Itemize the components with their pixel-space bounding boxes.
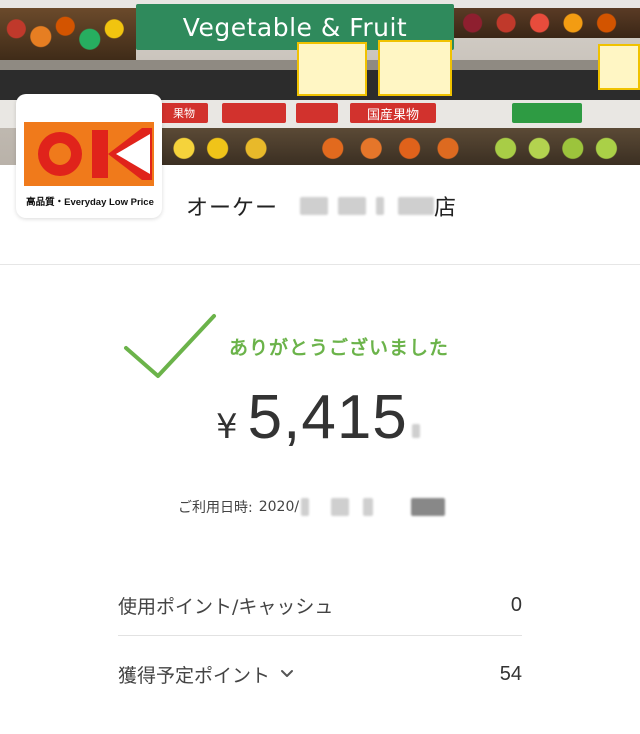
store-name-suffix: 店: [434, 196, 458, 221]
ok-logo-icon: [24, 122, 154, 186]
banner-pop-card: [297, 42, 367, 96]
amount-value: 5,415: [247, 383, 408, 452]
store-logo-card: 高品質・Everyday Low Price: [16, 94, 162, 218]
points-used-label: 使用ポイント/キャッシュ: [118, 596, 334, 618]
points-earned-value: 54: [499, 662, 522, 685]
logo-tagline: 高品質・Everyday Low Price: [26, 197, 154, 208]
payment-amount: ¥ 5,415: [216, 382, 420, 458]
checkmark-icon: [124, 314, 216, 378]
chevron-down-icon[interactable]: [280, 669, 294, 679]
store-name-prefix: オーケー: [186, 196, 279, 221]
points-earned-label: 獲得予定ポイント: [118, 664, 271, 687]
redacted-text: [411, 424, 420, 438]
banner-shelf-tag: 国産果物: [350, 103, 436, 123]
store-name: オーケー 店: [186, 190, 457, 222]
points-used-row: 使用ポイント/キャッシュ 0: [118, 576, 522, 636]
currency-symbol: ¥: [216, 407, 238, 447]
banner-shelf-tag: [512, 103, 582, 123]
banner-produce-top-right: [454, 8, 640, 38]
redacted-text: [376, 197, 385, 215]
banner-shelf-tag: [222, 103, 286, 123]
banner-produce-bottom: [160, 128, 640, 165]
usage-datetime: ご利用日時: 2020/: [178, 494, 446, 520]
redacted-text: [301, 498, 310, 516]
thank-you-message: ありがとうございました: [229, 337, 450, 359]
usage-label: ご利用日時:: [178, 500, 253, 516]
points-earned-toggle[interactable]: 獲得予定ポイント: [118, 661, 294, 688]
points-earned-row[interactable]: 獲得予定ポイント 54: [118, 644, 522, 704]
redacted-text: [363, 498, 374, 516]
banner-shelf-tag: 果物: [160, 103, 208, 123]
banner-pop-card: [598, 44, 640, 90]
banner-shelf-tag: [296, 103, 338, 123]
redacted-text: [338, 197, 367, 215]
usage-value: 2020/: [258, 499, 300, 515]
banner-produce-top-left: [0, 8, 136, 60]
banner-pop-card: [378, 40, 452, 96]
redacted-text: [331, 498, 350, 516]
points-used-value: 0: [510, 594, 522, 616]
redacted-text: [411, 498, 446, 516]
redacted-text: [300, 197, 329, 215]
redacted-text: [398, 197, 435, 215]
